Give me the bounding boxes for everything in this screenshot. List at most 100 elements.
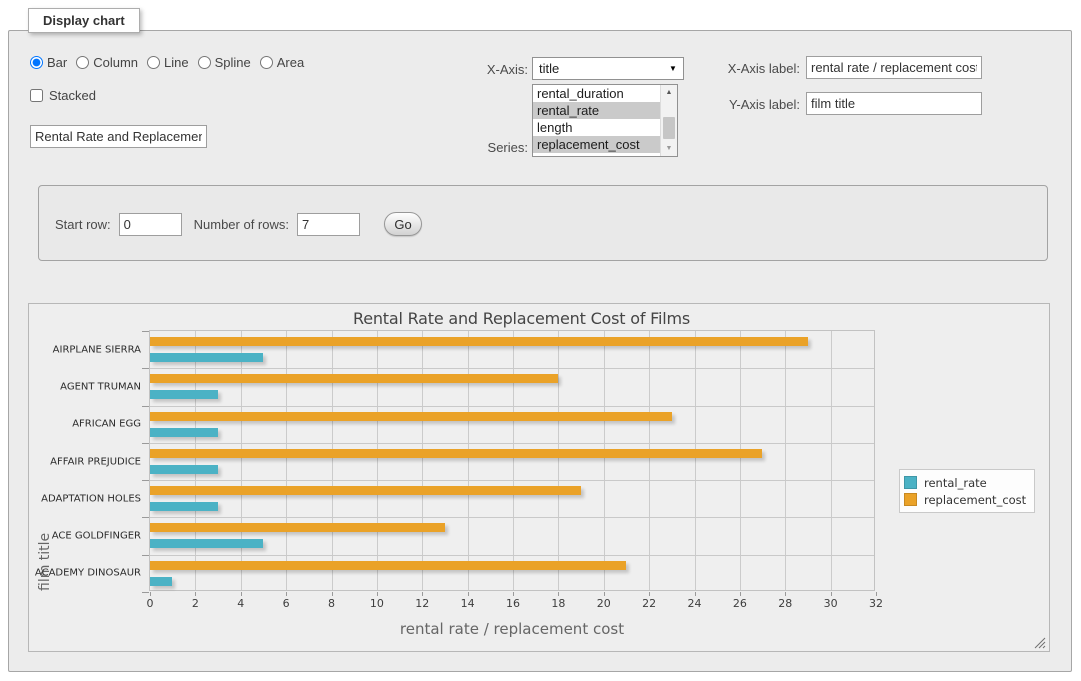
gridline	[150, 368, 874, 369]
x-tick-label: 8	[328, 597, 335, 610]
chart-type-radio-label: Bar	[47, 55, 67, 70]
x-axis-label-input[interactable]	[806, 56, 982, 79]
x-tick-mark	[195, 592, 196, 596]
series-label: Series:	[428, 140, 528, 155]
series-option-replacement_cost[interactable]: replacement_cost	[533, 136, 660, 153]
y-axis-label-input[interactable]	[806, 92, 982, 115]
bar-rental_rate	[150, 353, 263, 362]
gridline	[468, 331, 469, 590]
gridline	[286, 331, 287, 590]
chart-title: Rental Rate and Replacement Cost of Film…	[29, 309, 1014, 328]
x-tick-mark	[649, 592, 650, 596]
bar-rental_rate	[150, 577, 172, 586]
x-tick-label: 14	[461, 597, 475, 610]
y-tick-mark	[142, 443, 149, 444]
x-tick-mark	[332, 592, 333, 596]
x-axis-label: X-Axis:	[428, 62, 528, 77]
chart-type-option-area[interactable]: Area	[260, 55, 304, 70]
chart-type-option-column[interactable]: Column	[76, 55, 138, 70]
series-scrollbar[interactable]: ▲ ▼	[660, 85, 677, 156]
legend-item: replacement_cost	[904, 491, 1026, 508]
x-tick-mark	[150, 592, 151, 596]
gridline	[150, 517, 874, 518]
stacked-checkbox-row[interactable]: Stacked	[30, 88, 96, 103]
x-tick-mark	[377, 592, 378, 596]
legend-label: rental_rate	[924, 476, 987, 490]
chart-type-radio-column[interactable]	[76, 56, 89, 69]
scroll-down-icon[interactable]: ▼	[661, 141, 677, 156]
y-tick-mark	[142, 406, 149, 407]
chart-type-option-bar[interactable]: Bar	[30, 55, 67, 70]
series-option-length[interactable]: length	[533, 119, 660, 136]
scrollbar-thumb[interactable]	[663, 117, 675, 139]
resize-handle-icon[interactable]	[1034, 637, 1046, 649]
chart-type-radio-label: Column	[93, 55, 138, 70]
chart-type-radio-group: Bar Column Line Spline Area	[30, 55, 313, 70]
gridline	[150, 406, 874, 407]
start-row-input[interactable]	[119, 213, 182, 236]
chart-type-radio-line[interactable]	[147, 56, 160, 69]
chart-type-option-spline[interactable]: Spline	[198, 55, 251, 70]
bar-replacement_cost	[150, 561, 626, 570]
x-tick-label: 22	[642, 597, 656, 610]
chart-type-radio-area[interactable]	[260, 56, 273, 69]
chevron-down-icon: ▼	[663, 64, 683, 73]
y-tick-mark	[142, 517, 149, 518]
start-row-label: Start row:	[55, 217, 111, 232]
x-tick-label: 18	[551, 597, 565, 610]
chart-container: Rental Rate and Replacement Cost of Film…	[28, 303, 1050, 652]
category-label: AGENT TRUMAN	[60, 381, 141, 392]
rows-form: Start row: Number of rows: Go	[55, 212, 422, 236]
series-option-rental_rate[interactable]: rental_rate	[533, 102, 660, 119]
bar-rental_rate	[150, 428, 218, 437]
legend-item: rental_rate	[904, 474, 1026, 491]
chart-type-option-line[interactable]: Line	[147, 55, 189, 70]
bar-replacement_cost	[150, 337, 808, 346]
scroll-up-icon[interactable]: ▲	[661, 85, 677, 100]
x-tick-label: 6	[283, 597, 290, 610]
gridline	[695, 331, 696, 590]
y-tick-mark	[142, 555, 149, 556]
gridline	[740, 331, 741, 590]
series-option-rental_duration[interactable]: rental_duration	[533, 85, 660, 102]
gridline	[150, 480, 874, 481]
chart-type-radio-label: Area	[277, 55, 304, 70]
category-label: AFFAIR PREJUDICE	[50, 456, 141, 467]
category-label: ACE GOLDFINGER	[52, 531, 141, 542]
x-tick-label: 32	[869, 597, 883, 610]
x-tick-label: 26	[733, 597, 747, 610]
chart-x-axis-title: rental rate / replacement cost	[149, 620, 875, 638]
num-rows-input[interactable]	[297, 213, 360, 236]
gridline	[150, 443, 874, 444]
x-tick-label: 24	[688, 597, 702, 610]
x-tick-label: 30	[824, 597, 838, 610]
x-tick-label: 10	[370, 597, 384, 610]
y-tick-mark	[142, 480, 149, 481]
x-axis-select[interactable]: title ▼	[532, 57, 684, 80]
chart-type-radio-spline[interactable]	[198, 56, 211, 69]
chart-type-radio-bar[interactable]	[30, 56, 43, 69]
x-tick-mark	[286, 592, 287, 596]
legend-label: replacement_cost	[924, 493, 1026, 507]
x-tick-mark	[422, 592, 423, 596]
bar-replacement_cost	[150, 523, 445, 532]
series-multiselect[interactable]: rental_durationrental_ratelengthreplacem…	[532, 84, 678, 157]
legend-swatch	[904, 476, 917, 489]
bar-replacement_cost	[150, 486, 581, 495]
go-button[interactable]: Go	[384, 212, 422, 236]
y-axis-label-field-label: Y-Axis label:	[700, 97, 800, 112]
x-tick-mark	[558, 592, 559, 596]
chart-type-radio-label: Line	[164, 55, 189, 70]
x-tick-label: 2	[192, 597, 199, 610]
bar-rental_rate	[150, 502, 218, 511]
gridline	[604, 331, 605, 590]
gridline	[513, 331, 514, 590]
gridline	[377, 331, 378, 590]
bar-rental_rate	[150, 465, 218, 474]
x-tick-mark	[604, 592, 605, 596]
stacked-checkbox[interactable]	[30, 89, 43, 102]
x-tick-label: 0	[147, 597, 154, 610]
x-tick-mark	[876, 592, 877, 596]
y-tick-mark	[142, 592, 149, 593]
chart-title-input[interactable]	[30, 125, 207, 148]
